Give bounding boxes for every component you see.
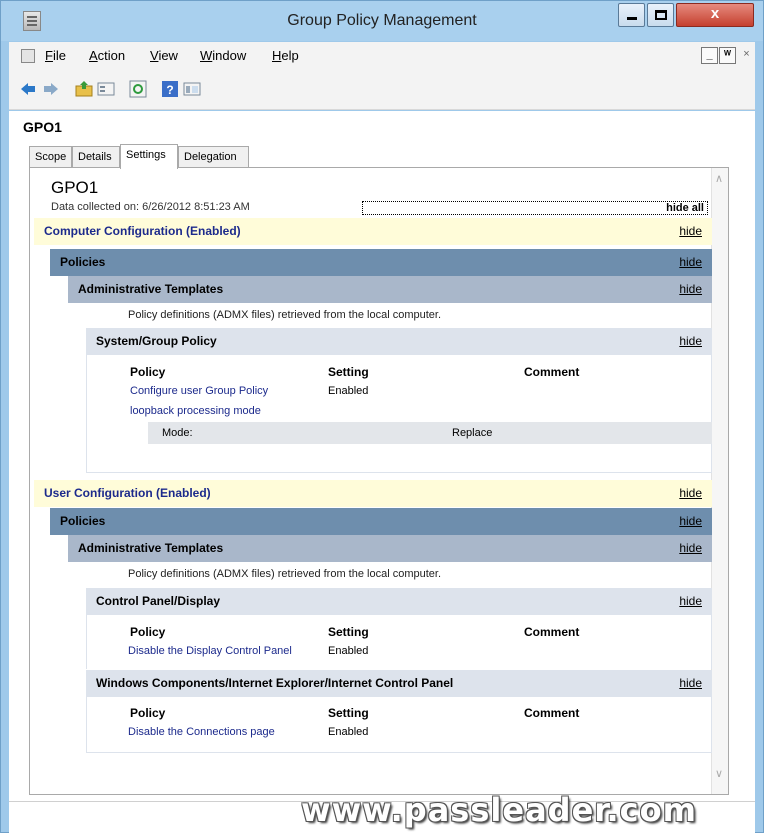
mdi-restore-button[interactable]: ᵂ: [719, 47, 736, 64]
title-bar[interactable]: Group Policy Management x: [1, 1, 763, 41]
mdi-close-button[interactable]: ×: [738, 47, 755, 64]
policy-link-disable-display[interactable]: Disable the Display Control Panel: [128, 645, 292, 657]
toolbar: ?: [9, 70, 755, 110]
user-config-header[interactable]: User Configuration (Enabled) hide: [34, 480, 712, 507]
maximize-button[interactable]: [647, 3, 674, 27]
column-header-setting: Setting: [328, 365, 369, 379]
control-panel-display-body: [86, 615, 712, 669]
forward-arrow-icon[interactable]: [42, 80, 60, 98]
help-icon[interactable]: ?: [161, 80, 179, 98]
policy-setting-value: Enabled: [328, 385, 369, 397]
mode-value: Replace: [452, 427, 493, 439]
policy-link-disable-connections[interactable]: Disable the Connections page: [128, 726, 275, 738]
vertical-scrollbar[interactable]: ∧ ∨: [711, 168, 728, 794]
close-button[interactable]: x: [676, 3, 754, 27]
column-header-comment: Comment: [524, 365, 580, 379]
policy-setting-value: Enabled: [328, 726, 369, 738]
user-config-label: User Configuration (Enabled): [44, 486, 211, 500]
admx-note: Policy definitions (ADMX files) retrieve…: [128, 309, 442, 321]
settings-report: GPO1 Data collected on: 6/26/2012 8:51:2…: [30, 168, 712, 794]
mode-label: Mode:: [162, 427, 193, 439]
section-label: System/Group Policy: [96, 334, 217, 348]
policy-setting-value: Enabled: [328, 645, 369, 657]
user-admin-templates-header[interactable]: Administrative Templates hide: [68, 535, 712, 562]
tab-settings[interactable]: Settings: [120, 144, 178, 169]
computer-policies-header[interactable]: Policies hide: [50, 249, 712, 276]
menu-window[interactable]: Window: [200, 48, 246, 63]
system-group-policy-header[interactable]: System/Group Policy hide: [86, 328, 712, 355]
tab-delegation[interactable]: Delegation: [178, 146, 249, 168]
svg-text:?: ?: [166, 83, 173, 97]
watermark: www.passleader.com: [301, 791, 697, 829]
data-collected-text: Data collected on: 6/26/2012 8:51:23 AM: [51, 201, 250, 213]
menu-bar: File Action View Window Help _ ᵂ ×: [9, 42, 755, 70]
back-arrow-icon[interactable]: [19, 80, 37, 98]
column-header-policy: Policy: [130, 365, 166, 379]
control-panel-display-header[interactable]: Control Panel/Display hide: [86, 588, 712, 615]
hide-link[interactable]: hide: [679, 535, 702, 562]
column-header-setting: Setting: [328, 625, 369, 639]
pane-title: GPO1: [23, 119, 62, 135]
section-label: Windows Components/Internet Explorer/Int…: [96, 676, 454, 690]
scroll-up-icon[interactable]: ∧: [715, 172, 723, 185]
hide-link[interactable]: hide: [679, 588, 702, 615]
details-pane: GPO1 Scope Details Settings Delegation ∧…: [9, 111, 755, 833]
computer-config-label: Computer Configuration (Enabled): [44, 224, 241, 238]
computer-admin-templates-header[interactable]: Administrative Templates hide: [68, 276, 712, 303]
properties-icon[interactable]: [97, 80, 115, 98]
view-pane-icon[interactable]: [183, 80, 201, 98]
hide-all-link[interactable]: hide all: [362, 201, 708, 215]
maximize-icon: [655, 10, 667, 20]
policy-link-loopback-line2[interactable]: loopback processing mode: [130, 405, 261, 417]
admin-templates-label: Administrative Templates: [78, 541, 224, 555]
hide-link[interactable]: hide: [679, 276, 702, 303]
hide-link[interactable]: hide: [679, 249, 702, 276]
column-header-policy: Policy: [130, 706, 166, 720]
menu-action[interactable]: Action: [89, 48, 125, 63]
ie-control-panel-header[interactable]: Windows Components/Internet Explorer/Int…: [86, 670, 712, 697]
section-label: Control Panel/Display: [96, 594, 221, 608]
minimize-button[interactable]: [618, 3, 645, 27]
hide-link[interactable]: hide: [679, 508, 702, 535]
mode-row: Mode: Replace: [148, 422, 712, 444]
menu-help[interactable]: Help: [272, 48, 299, 63]
column-header-setting: Setting: [328, 706, 369, 720]
scroll-down-icon[interactable]: ∨: [715, 767, 723, 780]
hide-link[interactable]: hide: [679, 328, 702, 355]
mdi-minimize-button[interactable]: _: [701, 47, 718, 64]
tab-details[interactable]: Details: [72, 146, 120, 168]
refresh-icon[interactable]: [129, 80, 147, 98]
app-window: Group Policy Management x File Action Vi…: [0, 0, 764, 833]
column-header-policy: Policy: [130, 625, 166, 639]
hide-link[interactable]: hide: [679, 480, 702, 507]
policy-link-loopback[interactable]: Configure user Group Policy: [130, 385, 268, 397]
user-policies-header[interactable]: Policies hide: [50, 508, 712, 535]
settings-report-frame: ∧ ∨ GPO1 Data collected on: 6/26/2012 8:…: [29, 167, 729, 795]
column-header-comment: Comment: [524, 706, 580, 720]
close-icon: x: [710, 5, 720, 22]
minimize-icon: [627, 17, 637, 20]
folder-up-icon[interactable]: [75, 80, 93, 98]
admin-templates-label: Administrative Templates: [78, 282, 224, 296]
policies-label: Policies: [60, 255, 106, 269]
hide-link[interactable]: hide: [679, 670, 702, 697]
tab-scope[interactable]: Scope: [29, 146, 72, 168]
column-header-comment: Comment: [524, 625, 580, 639]
console-menu-icon[interactable]: [21, 49, 35, 63]
hide-link[interactable]: hide: [679, 218, 702, 245]
computer-config-header[interactable]: Computer Configuration (Enabled) hide: [34, 218, 712, 245]
policies-label: Policies: [60, 514, 106, 528]
menu-view[interactable]: View: [150, 48, 178, 63]
menu-file[interactable]: File: [45, 48, 66, 63]
ie-control-panel-body: [86, 697, 712, 753]
admx-note: Policy definitions (ADMX files) retrieve…: [128, 568, 442, 580]
report-gpo-name: GPO1: [51, 178, 99, 197]
